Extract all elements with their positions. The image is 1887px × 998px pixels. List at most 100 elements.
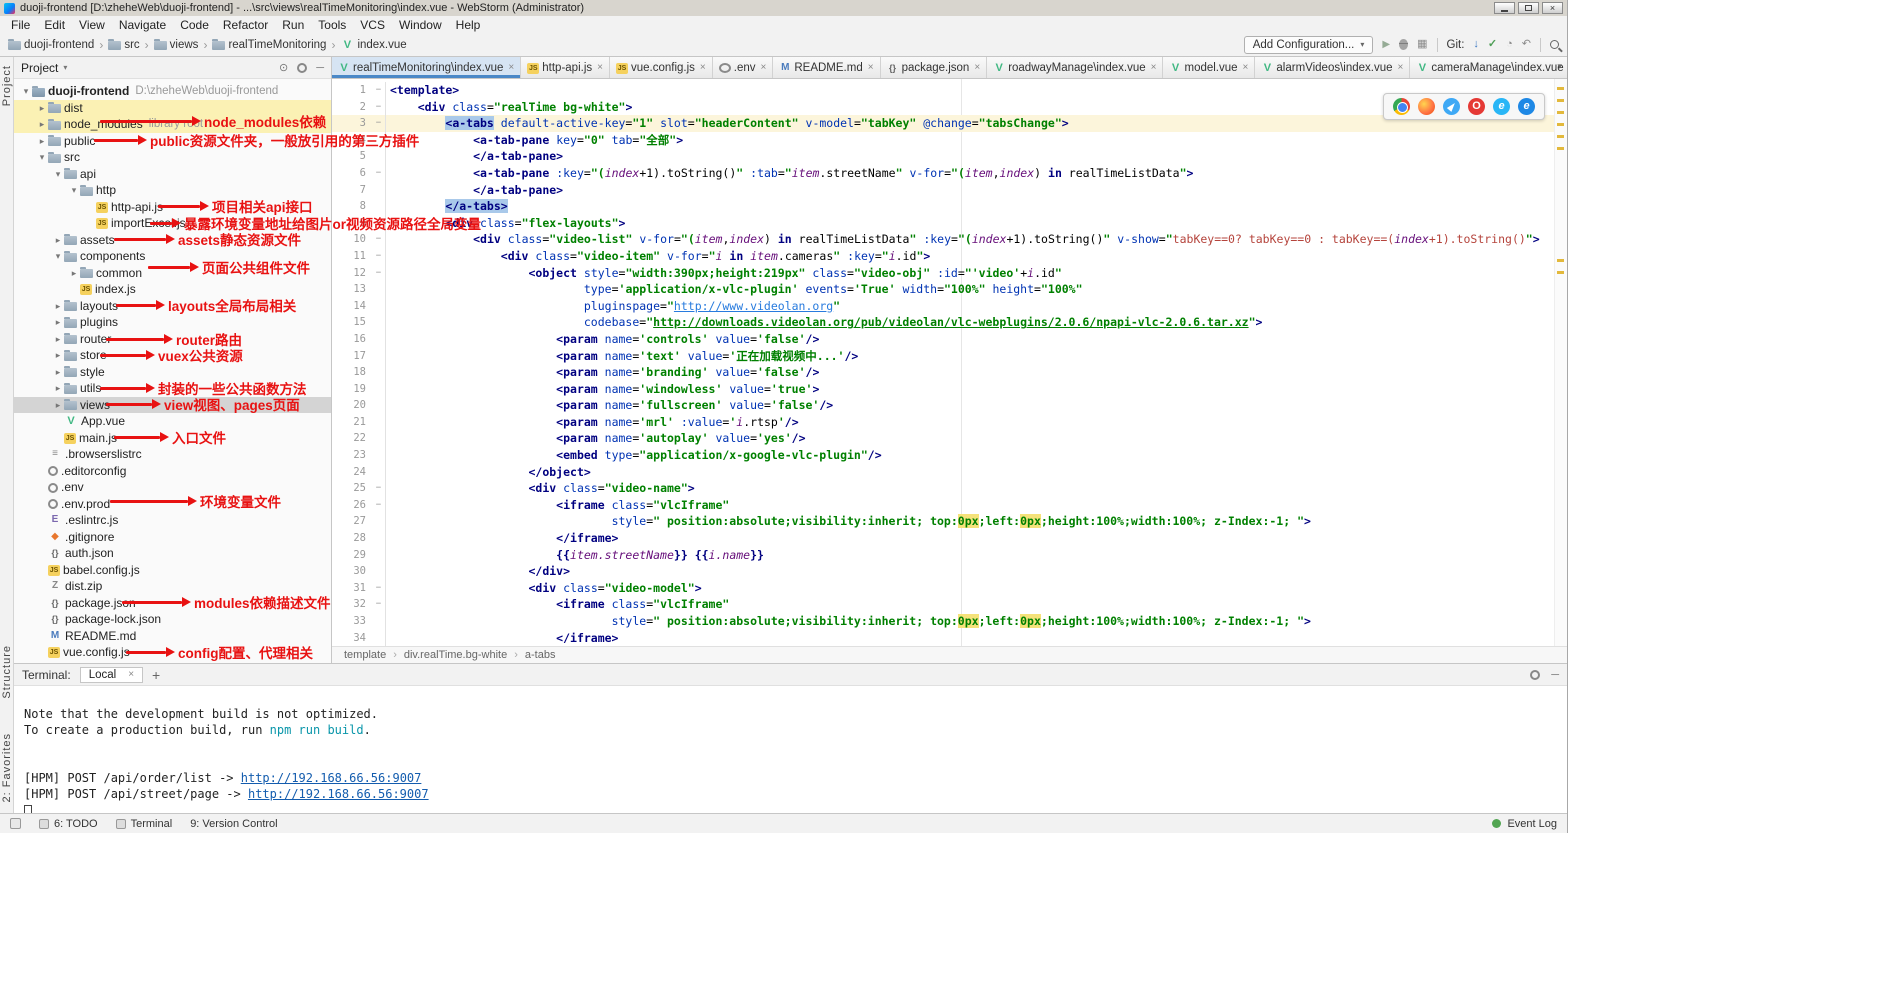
editor-tab[interactable]: roadwayManage\index.vue×	[987, 57, 1163, 78]
breadcrumb-item[interactable]: a-tabs	[525, 649, 556, 661]
ie-icon[interactable]: e	[1493, 98, 1510, 115]
code-line[interactable]: 26− <iframe class="vlcIframe"	[332, 497, 1554, 514]
git-update-icon[interactable]: ↓	[1473, 39, 1479, 50]
tree-item-duoji-frontend[interactable]: ▾duoji-frontendD:\zheheWeb\duoji-fronten…	[14, 83, 331, 100]
code-line[interactable]: 34 </iframe>	[332, 630, 1554, 646]
code-line[interactable]: 13 type='application/x-vlc-plugin' event…	[332, 281, 1554, 298]
collapse-arrow-icon[interactable]: ▾	[20, 83, 32, 100]
code-editor[interactable]: 1−<template>2− <div class="realTime bg-w…	[332, 79, 1567, 646]
close-tab-icon[interactable]: ×	[868, 62, 874, 73]
code-line[interactable]: 5 </a-tab-pane>	[332, 148, 1554, 165]
tree-item-common[interactable]: ▸common	[14, 265, 331, 282]
tree-item-style[interactable]: ▸style	[14, 364, 331, 381]
maximize-button[interactable]	[1518, 2, 1539, 14]
warning-stripe-mark[interactable]	[1557, 147, 1564, 150]
event-log-button[interactable]: Event Log	[1492, 818, 1557, 830]
debug-button[interactable]	[1399, 39, 1408, 50]
code-line[interactable]: 25− <div class="video-name">	[332, 480, 1554, 497]
tree-item-importexcel-js[interactable]: importExcel.js	[14, 215, 331, 232]
tree-item-api[interactable]: ▾api	[14, 166, 331, 183]
breadcrumb-item[interactable]: template	[344, 649, 386, 661]
close-tab-icon[interactable]: ×	[597, 62, 603, 73]
menu-item-refactor[interactable]: Refactor	[216, 17, 275, 33]
tree-item-plugins[interactable]: ▸plugins	[14, 314, 331, 331]
tree-item-main-js[interactable]: main.js	[14, 430, 331, 447]
expand-arrow-icon[interactable]: ▸	[36, 116, 48, 133]
safari-icon[interactable]	[1443, 98, 1460, 115]
editor-tab[interactable]: package.json×	[881, 57, 988, 78]
todo-button[interactable]: 6: TODO	[39, 818, 98, 830]
run-button[interactable]: ▶	[1382, 40, 1390, 50]
code-line[interactable]: 20 <param name='fullscreen' value='false…	[332, 397, 1554, 414]
expand-arrow-icon[interactable]: ▸	[36, 100, 48, 117]
close-tab-icon[interactable]: ×	[1243, 62, 1249, 73]
tree-item-readme-md[interactable]: README.md	[14, 628, 331, 645]
settings-gear-icon[interactable]	[1530, 670, 1540, 680]
code-line[interactable]: 10− <div class="video-list" v-for="(item…	[332, 231, 1554, 248]
collapse-arrow-icon[interactable]: ▾	[52, 166, 64, 183]
code-line[interactable]: 17 <param name='text' value='正在加载视频中...'…	[332, 348, 1554, 365]
code-line[interactable]: 14 pluginspage="http://www.videolan.org"	[332, 298, 1554, 315]
code-line[interactable]: 3− <a-tabs default-active-key="1" slot="…	[332, 115, 1554, 132]
close-button[interactable]: ×	[1542, 2, 1563, 14]
tree-item-http-api-js[interactable]: http-api.js	[14, 199, 331, 216]
warning-stripe-mark[interactable]	[1557, 135, 1564, 138]
code-line[interactable]: 19 <param name='windowless' value='true'…	[332, 381, 1554, 398]
code-line[interactable]: 28 </iframe>	[332, 530, 1554, 547]
tree-item-editorconfig[interactable]: .editorconfig	[14, 463, 331, 480]
code-line[interactable]: 1−<template>	[332, 82, 1554, 99]
collapse-arrow-icon[interactable]: ▾	[52, 248, 64, 265]
tree-item-router[interactable]: ▸router	[14, 331, 331, 348]
minimize-button[interactable]	[1494, 2, 1515, 14]
tree-item-dist-zip[interactable]: dist.zip	[14, 578, 331, 595]
tree-item-package-lock-json[interactable]: package-lock.json	[14, 611, 331, 628]
coverage-button[interactable]: ▦	[1417, 39, 1427, 50]
tree-item-http[interactable]: ▾http	[14, 182, 331, 199]
code-line[interactable]: 31− <div class="video-model">	[332, 580, 1554, 597]
chevron-down-icon[interactable]: ▾	[63, 63, 67, 72]
tree-item-env-prod[interactable]: .env.prod	[14, 496, 331, 513]
menu-item-navigate[interactable]: Navigate	[112, 17, 173, 33]
close-tab-icon[interactable]: ×	[1398, 62, 1404, 73]
menu-item-tools[interactable]: Tools	[311, 17, 353, 33]
code-line[interactable]: 6− <a-tab-pane :key="(index+1).toString(…	[332, 165, 1554, 182]
hide-panel-icon[interactable]: ─	[316, 62, 324, 74]
terminal-link[interactable]: http://192.168.66.56:9007	[248, 787, 429, 801]
tree-item-layouts[interactable]: ▸layouts	[14, 298, 331, 315]
tree-item-eslintrc-js[interactable]: .eslintrc.js	[14, 512, 331, 529]
tree-item-vue-config-js[interactable]: vue.config.js	[14, 644, 331, 661]
tree-item-src[interactable]: ▾src	[14, 149, 331, 166]
fold-icon[interactable]: −	[372, 165, 386, 182]
breadcrumb-item[interactable]: duoji-frontend	[8, 39, 94, 51]
code-line[interactable]: 4 <a-tab-pane key="0" tab="全部">	[332, 132, 1554, 149]
menu-item-vcs[interactable]: VCS	[353, 17, 392, 33]
version-control-button[interactable]: 9: Version Control	[190, 818, 277, 830]
expand-arrow-icon[interactable]: ▸	[52, 380, 64, 397]
tree-item-public[interactable]: ▸public	[14, 133, 331, 150]
close-tab-icon[interactable]: ×	[761, 62, 767, 73]
close-tab-icon[interactable]: ×	[508, 62, 514, 73]
terminal-content[interactable]: Note that the development build is not o…	[14, 686, 1567, 813]
fold-icon[interactable]: −	[372, 215, 386, 232]
fold-icon[interactable]: −	[372, 82, 386, 99]
new-terminal-icon[interactable]: +	[152, 667, 160, 683]
expand-arrow-icon[interactable]: ▸	[52, 298, 64, 315]
settings-gear-icon[interactable]	[297, 63, 307, 73]
warning-stripe-mark[interactable]	[1557, 123, 1564, 126]
menu-item-file[interactable]: File	[4, 17, 37, 33]
close-tab-icon[interactable]: ×	[128, 669, 134, 680]
project-panel-title[interactable]: Project	[21, 61, 58, 75]
code-line[interactable]: 27 style=" position:absolute;visibility:…	[332, 513, 1554, 530]
tree-item-utils[interactable]: ▸utils	[14, 380, 331, 397]
menu-item-edit[interactable]: Edit	[37, 17, 72, 33]
code-line[interactable]: 29 {{item.streetName}} {{i.name}}	[332, 547, 1554, 564]
menu-item-window[interactable]: Window	[392, 17, 449, 33]
code-line[interactable]: 7 </a-tab-pane>	[332, 182, 1554, 199]
tree-item-assets[interactable]: ▸assets	[14, 232, 331, 249]
code-line[interactable]: 9− <div class="flex-layouts">	[332, 215, 1554, 232]
editor-tab[interactable]: cameraManage\index.vue×	[1410, 57, 1567, 78]
expand-arrow-icon[interactable]: ▸	[36, 133, 48, 150]
collapse-arrow-icon[interactable]: ▾	[36, 149, 48, 166]
tree-item-browserslistrc[interactable]: .browserslistrc	[14, 446, 331, 463]
breadcrumb-item[interactable]: src	[108, 39, 139, 51]
